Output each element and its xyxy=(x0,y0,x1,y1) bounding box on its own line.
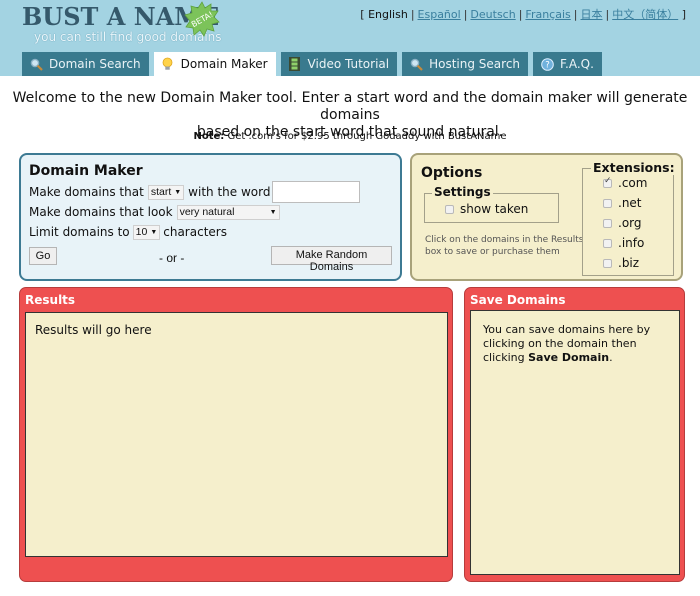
extensions-legend: Extensions: xyxy=(591,160,677,175)
or-separator: - or - xyxy=(159,251,185,265)
extension-biz[interactable]: .biz xyxy=(603,256,639,270)
tab-video-tutorial[interactable]: Video Tutorial xyxy=(280,52,398,76)
extension-label: .info xyxy=(618,236,645,250)
show-taken-option[interactable]: show taken xyxy=(445,202,528,216)
checkbox-com[interactable] xyxy=(603,176,612,188)
lang-chinese[interactable]: 中文（简体） xyxy=(612,8,678,21)
lang-francais[interactable]: Français xyxy=(525,8,570,21)
show-taken-checkbox[interactable] xyxy=(445,204,454,214)
show-taken-label: show taken xyxy=(460,202,529,216)
tab-label: Domain Search xyxy=(49,57,141,71)
beta-badge-icon: BETA! xyxy=(184,1,220,37)
select-value: very natural xyxy=(179,206,235,218)
tab-label: Hosting Search xyxy=(429,57,521,71)
row-label: Limit domains to xyxy=(29,225,130,239)
extension-net[interactable]: .net xyxy=(603,196,642,210)
chevron-down-icon: ▼ xyxy=(174,188,182,196)
results-placeholder: Results will go here xyxy=(35,323,152,337)
extension-org[interactable]: .org xyxy=(603,216,642,230)
length-limit-select[interactable]: 10 ▼ xyxy=(132,224,161,240)
magnifier-icon xyxy=(409,57,423,71)
extension-label: .net xyxy=(618,196,642,210)
results-list[interactable]: Results will go here xyxy=(25,312,448,557)
nav-tabs: Domain Search Domain Maker Video Tutoria… xyxy=(22,52,607,76)
extension-label: .biz xyxy=(618,256,640,270)
options-panel: Options Settings show taken Click on the… xyxy=(410,153,683,281)
tab-label: Video Tutorial xyxy=(307,57,390,71)
button-label: Domains xyxy=(309,261,354,273)
saved-domains-list[interactable]: You can save domains here by clicking on… xyxy=(470,310,680,575)
domain-maker-panel: Domain Maker Make domains that start ▼ wi… xyxy=(19,153,402,281)
lang-english[interactable]: English xyxy=(368,8,408,21)
results-panel: Results Results will go here xyxy=(19,287,453,582)
limit-row: Limit domains to 10 ▼ characters xyxy=(29,222,400,242)
start-word-input[interactable] xyxy=(272,181,361,203)
extension-com[interactable]: .com xyxy=(603,176,647,190)
row-label: characters xyxy=(163,225,227,239)
button-label: Make Random xyxy=(295,249,368,261)
lang-espanol[interactable]: Español xyxy=(418,8,461,21)
make-random-domains-button[interactable]: Make Random Domains xyxy=(271,246,392,273)
svg-text:?: ? xyxy=(545,60,550,70)
lang-japanese[interactable]: 日本 xyxy=(580,8,602,21)
settings-legend: Settings xyxy=(432,185,493,199)
row-label: with the word xyxy=(188,185,271,199)
film-icon xyxy=(288,57,302,71)
intro-line-1: Welcome to the new Domain Maker tool. En… xyxy=(12,90,688,123)
chevron-down-icon: ▼ xyxy=(150,228,158,236)
row-label: Make domains that look xyxy=(29,205,173,219)
options-title: Options xyxy=(421,165,483,181)
lightbulb-icon xyxy=(161,57,175,71)
note-label: Note: xyxy=(193,131,225,142)
tab-domain-maker[interactable]: Domain Maker xyxy=(153,52,276,76)
extension-label: .com xyxy=(618,176,648,190)
checkbox-info[interactable] xyxy=(603,238,612,248)
select-value: start xyxy=(150,186,172,198)
checkbox-net[interactable] xyxy=(603,198,612,208)
instructions-bold: Save Domain xyxy=(528,351,610,364)
site-header: BUST A NAME you can still find good doma… xyxy=(0,0,700,76)
save-domains-title: Save Domains xyxy=(470,293,566,307)
tab-faq[interactable]: ? F.A.Q. xyxy=(533,52,602,76)
select-value: 10 xyxy=(135,226,148,238)
lang-deutsch[interactable]: Deutsch xyxy=(470,8,515,21)
logo[interactable]: BUST A NAME you can still find good doma… xyxy=(22,1,222,44)
results-title: Results xyxy=(25,293,76,307)
tab-label: F.A.Q. xyxy=(560,57,594,71)
checkbox-org[interactable] xyxy=(603,218,612,228)
instructions-end: . xyxy=(609,351,613,364)
bracket-close: ] xyxy=(681,8,686,21)
look-row: Make domains that look very natural ▼ xyxy=(29,202,400,222)
row-label: Make domains that xyxy=(29,185,144,199)
settings-fieldset: Settings show taken xyxy=(424,185,559,223)
save-domains-instructions: You can save domains here by clicking on… xyxy=(483,323,673,365)
chevron-down-icon: ▼ xyxy=(269,208,277,216)
go-button[interactable]: Go xyxy=(29,247,57,265)
domain-maker-title: Domain Maker xyxy=(29,163,143,179)
extension-info[interactable]: .info xyxy=(603,236,644,250)
extensions-fieldset: Extensions: .com .net .org .info .biz xyxy=(582,160,677,276)
checkbox-biz[interactable] xyxy=(603,258,612,268)
tab-hosting-search[interactable]: Hosting Search xyxy=(402,52,529,76)
bracket-open: [ xyxy=(360,8,365,21)
extension-label: .org xyxy=(618,216,642,230)
position-select[interactable]: start ▼ xyxy=(147,184,185,200)
magnifier-icon xyxy=(29,57,43,71)
promo-note: Note: Get .com's for $2.95 through Godad… xyxy=(0,131,700,142)
tab-domain-search[interactable]: Domain Search xyxy=(22,52,149,76)
start-word-row: Make domains that start ▼ with the word xyxy=(29,181,400,203)
save-domains-panel: Save Domains You can save domains here b… xyxy=(464,287,685,582)
tab-label: Domain Maker xyxy=(180,57,268,71)
note-text: Get .com's for $2.95 through Godaddy wit… xyxy=(227,131,507,142)
options-hint: Click on the domains in the Results box … xyxy=(425,235,584,257)
help-icon: ? xyxy=(540,57,554,71)
language-selector: [ English | Español | Deutsch | Français | 日本 | 中文… xyxy=(360,8,686,21)
naturalness-select[interactable]: very natural ▼ xyxy=(176,204,280,220)
